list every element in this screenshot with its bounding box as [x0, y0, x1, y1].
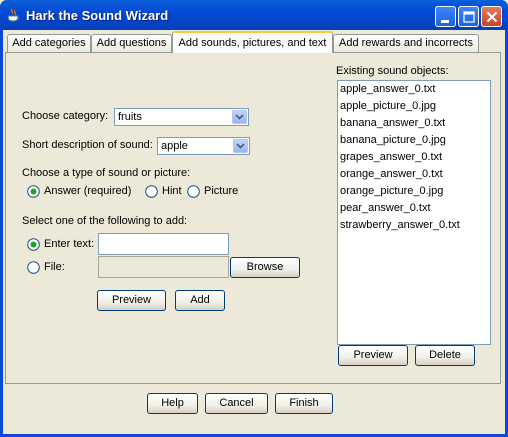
existing-sound-objects-list[interactable]: apple_answer_0.txt apple_picture_0.jpg ban…	[337, 80, 491, 345]
chevron-down-icon-glyph	[235, 114, 244, 120]
radio-answer[interactable]	[27, 185, 40, 198]
cancel-button[interactable]: Cancel	[205, 393, 268, 414]
browse-button[interactable]: Browse	[230, 257, 300, 278]
minimize-icon	[441, 20, 449, 23]
wizard-window: Hark the Sound Wizard Add categories Add…	[0, 0, 508, 437]
file-label[interactable]: File:	[44, 261, 65, 273]
chevron-down-icon-glyph	[236, 143, 245, 149]
short-description-label: Short description of sound:	[22, 139, 153, 151]
add-button[interactable]: Add	[175, 290, 225, 311]
title-bar[interactable]: Hark the Sound Wizard	[0, 0, 508, 30]
window-title: Hark the Sound Wizard	[26, 8, 169, 23]
category-label: Choose category:	[22, 110, 109, 122]
tab-add-questions[interactable]: Add questions	[91, 34, 172, 52]
maximize-button[interactable]	[458, 6, 479, 27]
tab-add-rewards-incorrects[interactable]: Add rewards and incorrects	[333, 34, 479, 52]
tab-add-categories[interactable]: Add categories	[7, 34, 91, 52]
radio-answer-label[interactable]: Answer (required)	[44, 185, 131, 197]
close-button[interactable]	[481, 6, 502, 27]
java-cup-icon	[7, 8, 20, 22]
radio-picture[interactable]	[187, 185, 200, 198]
radio-hint[interactable]	[145, 185, 158, 198]
list-item[interactable]: pear_answer_0.txt	[338, 200, 490, 217]
short-description-value: apple	[161, 140, 188, 152]
list-item[interactable]: apple_picture_0.jpg	[338, 98, 490, 115]
category-combo[interactable]: fruits	[114, 108, 249, 126]
file-path-input	[98, 256, 229, 278]
radio-hint-label[interactable]: Hint	[162, 185, 182, 197]
radio-picture-label[interactable]: Picture	[204, 185, 238, 197]
minimize-button[interactable]	[435, 6, 456, 27]
chevron-down-icon[interactable]	[232, 110, 247, 124]
list-item[interactable]: banana_answer_0.txt	[338, 115, 490, 132]
add-source-label: Select one of the following to add:	[22, 215, 188, 227]
dialog-client-area: Add categories Add questions Add sounds,…	[3, 30, 505, 434]
tab-panel: Choose category: fruits Short descriptio…	[5, 52, 501, 384]
list-item[interactable]: orange_answer_0.txt	[338, 166, 490, 183]
existing-preview-button[interactable]: Preview	[338, 345, 408, 366]
radio-file[interactable]	[27, 261, 40, 274]
radio-enter-text[interactable]	[27, 238, 40, 251]
short-description-combo[interactable]: apple	[157, 137, 250, 155]
tab-add-sounds-pictures-text[interactable]: Add sounds, pictures, and text	[172, 31, 333, 53]
preview-button[interactable]: Preview	[97, 290, 166, 311]
existing-sound-objects-label: Existing sound objects:	[336, 65, 449, 77]
list-item[interactable]: strawberry_answer_0.txt	[338, 217, 490, 234]
list-item[interactable]: apple_answer_0.txt	[338, 81, 490, 98]
close-icon	[486, 11, 498, 23]
chevron-down-icon[interactable]	[233, 139, 248, 153]
sound-type-label: Choose a type of sound or picture:	[22, 167, 191, 179]
list-item[interactable]: grapes_answer_0.txt	[338, 149, 490, 166]
list-item[interactable]: orange_picture_0.jpg	[338, 183, 490, 200]
delete-button[interactable]: Delete	[415, 345, 475, 366]
enter-text-label[interactable]: Enter text:	[44, 238, 94, 250]
enter-text-input[interactable]	[98, 233, 229, 255]
maximize-icon	[463, 11, 475, 23]
list-item[interactable]: banana_picture_0.jpg	[338, 132, 490, 149]
list-items-container: apple_answer_0.txt apple_picture_0.jpg ban…	[338, 81, 490, 234]
help-button[interactable]: Help	[147, 393, 198, 414]
category-value: fruits	[118, 111, 142, 123]
finish-button[interactable]: Finish	[275, 393, 333, 414]
